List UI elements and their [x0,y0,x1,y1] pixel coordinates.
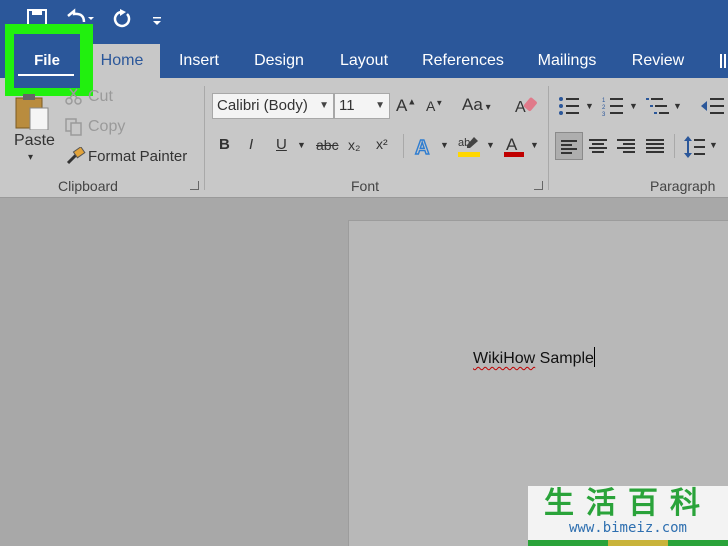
paste-icon[interactable] [14,92,50,130]
tab-review[interactable]: Review [626,44,690,78]
paragraph-separator [674,134,675,158]
paste-dropdown-icon[interactable]: ▾ [28,152,33,163]
tab-design[interactable]: Design [244,44,314,78]
clear-formatting-icon[interactable]: A [514,94,540,122]
text-effects-dropdown-icon[interactable]: ▼ [440,140,449,150]
file-tab-underline [18,74,74,76]
highlighter-icon[interactable]: ab [456,134,482,164]
svg-text:2: 2 [602,105,606,111]
font-name-value: Calibri (Body) [217,97,308,114]
font-size-dropdown[interactable]: 11 ▼ [334,93,390,119]
format-painter-icon[interactable] [64,146,86,171]
align-right-icon[interactable] [616,138,636,160]
strikethrough-button[interactable]: abc [316,137,339,153]
chevron-down-icon: ▼ [319,100,329,111]
bullets-dropdown-icon[interactable]: ▼ [585,101,594,111]
superscript-button[interactable]: x² [376,136,388,152]
italic-button[interactable]: I [249,136,253,153]
justify-icon[interactable] [645,138,665,160]
svg-text:A: A [515,99,526,116]
watermark-url: www.bimeiz.com [568,520,687,536]
cut-icon[interactable] [64,88,84,110]
text-effects-icon[interactable]: A [414,134,436,162]
underline-button[interactable]: U [276,136,287,153]
bold-button[interactable]: B [219,136,230,153]
font-group-label: Font [351,178,380,194]
underline-dropdown-icon[interactable]: ▼ [297,140,306,150]
align-center-icon[interactable] [588,138,608,160]
cut-button[interactable]: Cut [88,88,113,106]
line-spacing-icon[interactable] [684,134,706,164]
redo-icon[interactable] [110,8,132,35]
tab-references[interactable]: References [416,44,510,78]
subscript-button[interactable]: x₂ [348,137,360,153]
format-painter-button[interactable]: Format Painter [88,148,187,165]
copy-button[interactable]: Copy [88,118,125,136]
watermark: 生活百科 www.bimeiz.com [528,486,728,546]
text-cursor [593,347,595,367]
shrink-font-icon[interactable]: A▼ [426,98,443,114]
watermark-logo: 生活百科 [544,486,712,521]
font-launcher-icon[interactable] [534,181,543,190]
paste-button[interactable]: Paste [14,132,55,150]
svg-text:A: A [415,137,429,158]
bullets-icon[interactable] [558,96,580,120]
document-word: Sample [535,350,594,367]
tab-overflow[interactable] [708,44,728,78]
font-size-value: 11 [339,97,355,114]
font-separator [403,134,404,158]
font-color-dropdown-icon[interactable]: ▼ [530,140,539,150]
multilevel-dropdown-icon[interactable]: ▼ [673,101,682,111]
tab-insert[interactable]: Insert [168,44,230,78]
group-separator [204,86,205,190]
grow-font-icon[interactable]: A▲ [396,96,416,116]
highlighter-dropdown-icon[interactable]: ▼ [486,140,495,150]
paragraph-group-label: Paragraph [650,178,716,194]
svg-text:1: 1 [602,98,606,104]
clipboard-launcher-icon[interactable] [190,181,199,190]
customize-qat-icon[interactable] [152,12,162,34]
tab-mailings[interactable]: Mailings [528,44,606,78]
group-separator [548,86,549,190]
svg-text:3: 3 [602,112,606,116]
font-color-icon[interactable]: A [502,134,526,164]
copy-icon[interactable] [64,118,84,140]
watermark-stripe [528,540,728,546]
misspelled-word[interactable]: WikiHow [473,350,535,367]
clipboard-group-label: Clipboard [58,178,118,194]
multilevel-list-icon[interactable] [646,96,670,120]
numbering-icon[interactable]: 123 [602,96,624,120]
numbering-dropdown-icon[interactable]: ▼ [629,101,638,111]
decrease-indent-icon[interactable] [700,96,726,120]
align-left-button[interactable] [555,132,583,160]
change-case-button[interactable]: Aa ▾ [462,95,491,115]
tab-home[interactable]: Home [84,44,160,78]
font-name-dropdown[interactable]: Calibri (Body) ▼ [212,93,334,119]
change-case-label: Aa [462,95,483,114]
chevron-down-icon: ▼ [375,100,385,111]
tab-layout[interactable]: Layout [330,44,398,78]
svg-text:A: A [506,135,518,154]
line-spacing-dropdown-icon[interactable]: ▼ [709,140,718,150]
document-body-text[interactable]: WikiHow Sample [473,347,595,368]
tab-file[interactable]: File [14,34,80,88]
